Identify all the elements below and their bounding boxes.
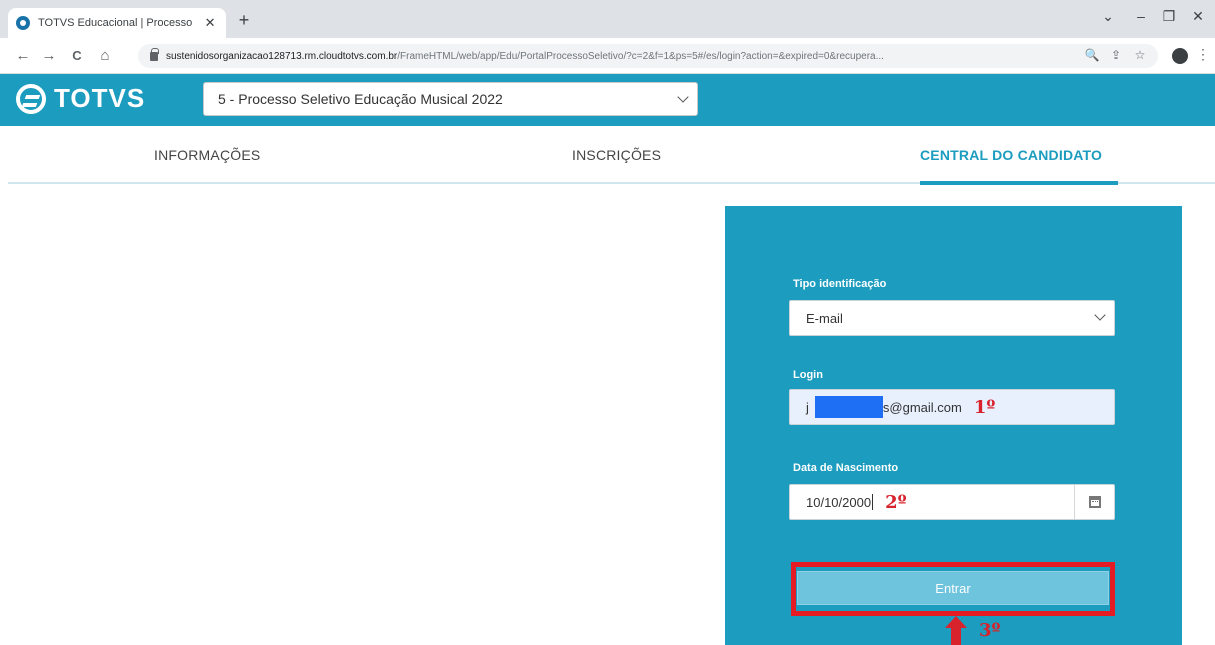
login-label: Login xyxy=(793,369,823,381)
login-input[interactable]: j s@gmail.com 1º xyxy=(789,389,1115,425)
login-value-suffix: s@gmail.com xyxy=(882,399,962,415)
app-header: TOTVS 5 - Processo Seletivo Educação Mus… xyxy=(0,74,1215,126)
profile-avatar[interactable] xyxy=(1172,48,1188,64)
data-nascimento-value: 10/10/2000 xyxy=(806,494,872,510)
tab-search-chevron-icon[interactable]: ⌄ xyxy=(1098,8,1118,25)
redaction-block xyxy=(814,396,883,418)
forward-button[interactable]: → xyxy=(40,47,58,65)
address-bar[interactable]: sustenidosorganizacao128713.rm.cloudtotv… xyxy=(138,44,1158,68)
process-select-value: 5 - Processo Seletivo Educação Musical 2… xyxy=(218,91,503,107)
totvs-logo-icon xyxy=(16,83,46,114)
browser-toolbar: ← → C ⌂ sustenidosorganizacao128713.rm.c… xyxy=(0,38,1215,74)
step-1-marker: 1º xyxy=(973,396,996,418)
text-caret xyxy=(872,494,874,510)
close-window-button[interactable]: ✕ xyxy=(1188,8,1208,25)
reload-button[interactable]: C xyxy=(68,47,86,65)
lock-icon xyxy=(150,47,159,61)
minimize-button[interactable]: – xyxy=(1131,8,1151,24)
browser-tab-title: TOTVS Educacional | Processo Se xyxy=(38,17,197,29)
calendar-button[interactable] xyxy=(1074,485,1114,519)
totvs-favicon-icon xyxy=(16,16,30,30)
totvs-logo: TOTVS xyxy=(16,83,145,114)
data-nascimento-input[interactable]: 10/10/2000 2º xyxy=(789,484,1115,520)
tab-inscricoes[interactable]: INSCRIÇÕES xyxy=(572,147,661,163)
restore-button[interactable]: ❐ xyxy=(1159,8,1179,25)
portal-nav: INFORMAÇÕES INSCRIÇÕES CENTRAL DO CANDID… xyxy=(0,126,1215,186)
calendar-icon xyxy=(1088,496,1101,508)
url-host: sustenidosorganizacao128713.rm.cloudtotv… xyxy=(166,50,398,62)
back-button[interactable]: ← xyxy=(14,47,32,65)
process-select[interactable]: 5 - Processo Seletivo Educação Musical 2… xyxy=(203,82,698,116)
browser-tab[interactable]: TOTVS Educacional | Processo Se ✕ xyxy=(8,8,226,38)
step-2-marker: 2º xyxy=(885,491,907,513)
active-tab-indicator xyxy=(920,181,1118,185)
chevron-down-icon xyxy=(677,91,689,103)
chevron-down-icon xyxy=(1094,309,1106,321)
browser-menu-icon[interactable]: ⋮ xyxy=(1196,46,1210,63)
home-button[interactable]: ⌂ xyxy=(96,47,114,65)
login-value-prefix: j xyxy=(806,399,809,415)
tipo-identificacao-label: Tipo identificação xyxy=(793,278,887,290)
new-tab-button[interactable]: + xyxy=(234,11,254,29)
zoom-icon[interactable]: 🔍 xyxy=(1084,48,1100,62)
annotation-arrow-up-icon xyxy=(945,616,967,645)
browser-tab-strip: TOTVS Educacional | Processo Se ✕ + ⌄ – … xyxy=(0,0,1215,38)
tipo-identificacao-select[interactable]: E-mail xyxy=(789,300,1115,336)
tab-central-do-candidato[interactable]: CENTRAL DO CANDIDATO xyxy=(920,147,1102,163)
bookmark-star-icon[interactable]: ☆ xyxy=(1132,48,1148,62)
url-path: /FrameHTML/web/app/Edu/PortalProcessoSel… xyxy=(397,50,884,62)
tipo-identificacao-value: E-mail xyxy=(806,310,843,326)
data-nascimento-label: Data de Nascimento xyxy=(793,462,899,474)
entrar-button[interactable]: Entrar xyxy=(797,571,1109,605)
tab-informacoes[interactable]: INFORMAÇÕES xyxy=(154,147,260,163)
step-3-marker: 3º xyxy=(979,620,1001,641)
share-icon[interactable]: ⇪ xyxy=(1108,48,1124,62)
logo-text: TOTVS xyxy=(54,83,146,113)
login-panel: Tipo identificação E-mail Login j s@gmai… xyxy=(725,206,1182,645)
close-tab-icon[interactable]: ✕ xyxy=(202,15,218,31)
